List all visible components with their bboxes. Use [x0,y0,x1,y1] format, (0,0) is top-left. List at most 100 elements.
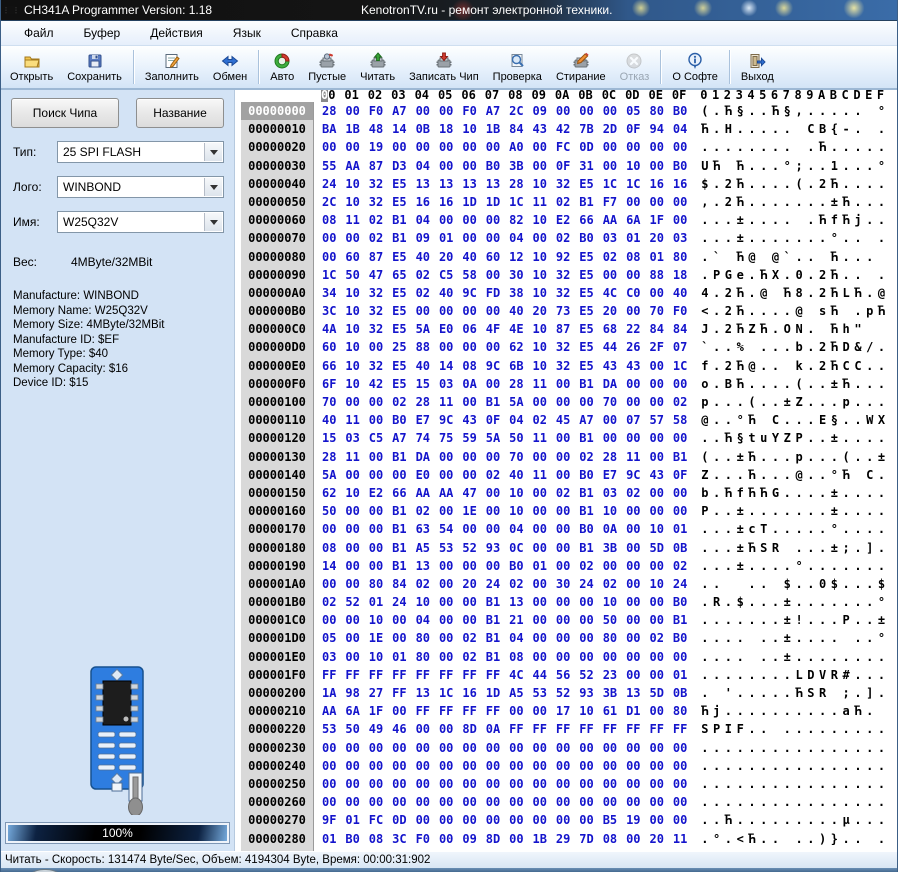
hex-byte[interactable]: 52 [345,593,368,611]
menu-item-help[interactable]: Справка [276,21,353,45]
hex-byte[interactable]: 70 [509,448,532,466]
hex-byte[interactable]: 48 [369,120,392,138]
hex-byte[interactable]: 32 [369,302,392,320]
hex-byte[interactable]: 80 [416,629,439,647]
hex-byte[interactable]: 18 [439,120,462,138]
hex-byte[interactable]: 6A [345,702,368,720]
hex-byte[interactable]: 5D [649,539,672,557]
hex-byte[interactable]: 00 [439,557,462,575]
hex-byte[interactable]: 00 [556,466,579,484]
hex-byte[interactable]: 19 [626,811,649,829]
hex-byte[interactable]: 00 [673,648,696,666]
hex-byte[interactable]: 32 [556,357,579,375]
hex-byte[interactable]: 58 [673,411,696,429]
hex-byte[interactable]: 10 [345,338,368,356]
hex-byte[interactable]: 50 [322,502,345,520]
hex-byte[interactable]: E5 [579,175,602,193]
hex-byte[interactable]: 00 [392,702,415,720]
hex-byte[interactable]: 00 [673,484,696,502]
hex-byte[interactable]: 00 [392,138,415,156]
hex-byte[interactable]: 2F [649,338,672,356]
hex-byte[interactable]: 00 [439,211,462,229]
hex-byte[interactable]: 52 [462,539,485,557]
hex-byte[interactable]: 9F [322,811,345,829]
hex-ascii[interactable]: ...±.... .ЋfЋj.. [701,211,889,229]
hex-byte[interactable]: 9C [486,357,509,375]
hex-byte[interactable]: E5 [392,375,415,393]
hex-byte[interactable]: 00 [533,775,556,793]
hex-byte[interactable]: 0D [579,138,602,156]
hex-ascii[interactable]: .R.$...±.......° [701,593,889,611]
hex-byte[interactable]: 00 [649,666,672,684]
hex-byte[interactable]: 04 [673,120,696,138]
hex-byte[interactable]: 00 [626,429,649,447]
hex-byte[interactable]: 24 [392,593,415,611]
hex-byte[interactable]: 32 [556,175,579,193]
hex-byte[interactable]: 00 [579,593,602,611]
hex-byte[interactable]: 22 [626,320,649,338]
hex-byte[interactable]: FF [392,666,415,684]
hex-byte[interactable]: 00 [486,211,509,229]
hex-byte[interactable]: 87 [556,320,579,338]
hex-byte[interactable]: 00 [345,611,368,629]
exit-button[interactable]: Выход [734,46,781,88]
hex-byte[interactable]: 4F [486,320,509,338]
hex-byte[interactable]: 00 [322,520,345,538]
hex-byte[interactable]: 00 [579,757,602,775]
hex-byte[interactable]: 00 [533,502,556,520]
hex-byte[interactable]: 47 [462,484,485,502]
hex-byte[interactable]: 00 [345,575,368,593]
hex-byte[interactable]: 01 [533,557,556,575]
hex-byte[interactable]: 00 [462,557,485,575]
hex-byte[interactable]: 00 [649,502,672,520]
hex-byte[interactable]: DA [416,448,439,466]
hex-byte[interactable]: 02 [556,484,579,502]
hex-byte[interactable]: 00 [533,575,556,593]
hex-byte[interactable]: 02 [416,502,439,520]
hex-byte[interactable]: B0 [579,466,602,484]
hex-byte[interactable]: 00 [462,775,485,793]
hex-byte[interactable]: A7 [579,411,602,429]
hex-byte[interactable]: 00 [673,211,696,229]
hex-byte[interactable]: 00 [649,593,672,611]
hex-byte[interactable]: 59 [462,429,485,447]
hex-byte[interactable]: 00 [439,720,462,738]
hex-ascii[interactable]: .......±!...P..± [701,611,889,629]
hex-ascii[interactable]: ........ .Ћ..... [701,138,889,156]
hex-byte[interactable]: B1 [673,611,696,629]
hex-byte[interactable]: F0 [673,302,696,320]
hex-byte[interactable]: AA [416,484,439,502]
hex-byte[interactable]: 80 [416,648,439,666]
hex-byte[interactable]: E5 [392,248,415,266]
hex-byte[interactable]: D3 [392,157,415,175]
hex-byte[interactable]: 20 [649,229,672,247]
hex-byte[interactable]: 00 [626,539,649,557]
hex-byte[interactable]: 80 [369,575,392,593]
hex-byte[interactable]: 32 [369,357,392,375]
hex-ascii[interactable]: ................ [701,739,889,757]
hex-byte[interactable]: 04 [509,229,532,247]
hex-byte[interactable]: 02 [369,211,392,229]
hex-byte[interactable]: B1 [486,648,509,666]
hex-byte[interactable]: 00 [603,793,626,811]
hex-byte[interactable]: 00 [649,775,672,793]
hex-byte[interactable]: 1E [369,629,392,647]
hex-byte[interactable]: 00 [556,429,579,447]
hex-byte[interactable]: 1E [462,502,485,520]
hex-byte[interactable]: 80 [603,629,626,647]
hex-byte[interactable]: 00 [439,157,462,175]
hex-ascii[interactable]: <.2Ћ....@ sЋ .pЋ [701,302,889,320]
hex-byte[interactable]: 34 [322,284,345,302]
type-select[interactable]: 25 SPI FLASH [57,141,224,163]
hex-byte[interactable]: A5 [416,539,439,557]
hex-byte[interactable]: 08 [462,357,485,375]
hex-byte[interactable]: BA [322,120,345,138]
hex-byte[interactable]: FF [439,666,462,684]
hex-byte[interactable]: 00 [673,793,696,811]
hex-byte[interactable]: E7 [603,466,626,484]
hex-byte[interactable]: 00 [649,393,672,411]
hex-byte[interactable]: 03 [603,484,626,502]
hex-byte[interactable]: 00 [439,448,462,466]
hex-byte[interactable]: E5 [392,357,415,375]
hex-byte[interactable]: 4C [509,666,532,684]
